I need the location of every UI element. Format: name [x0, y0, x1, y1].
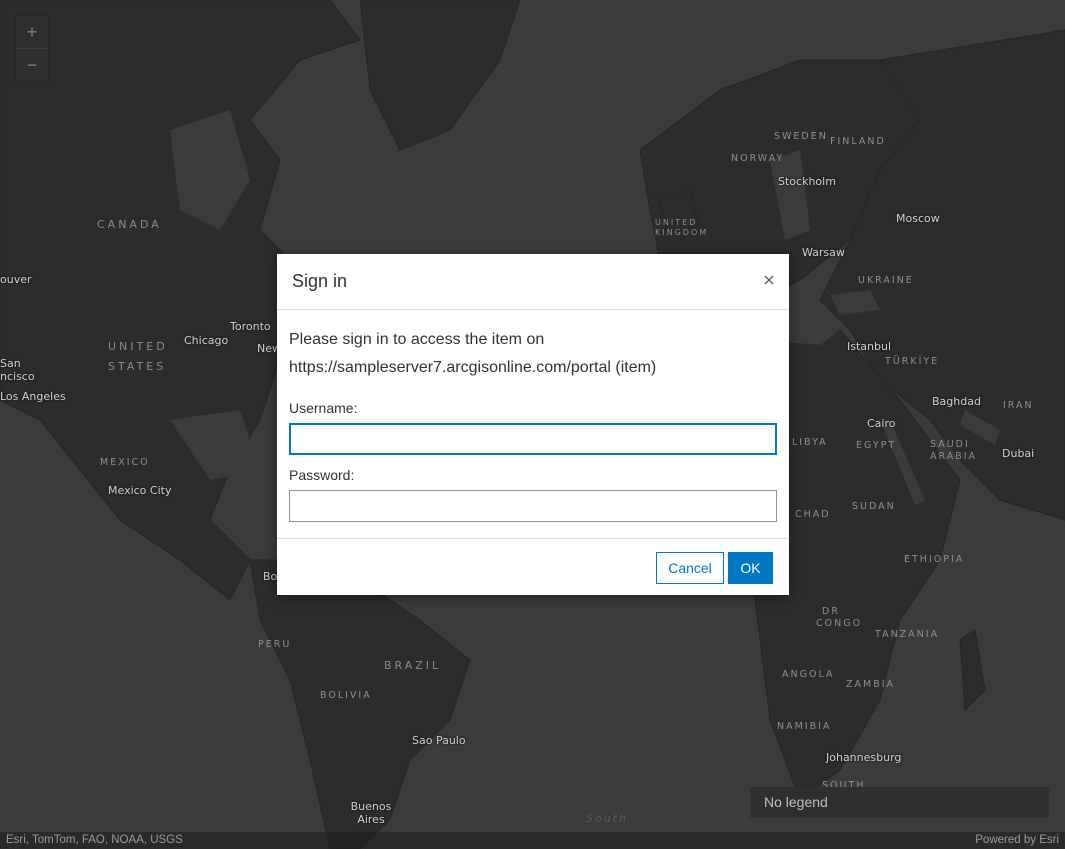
dialog-footer: Cancel OK — [277, 538, 789, 595]
dialog-body: Please sign in to access the item on htt… — [277, 310, 789, 522]
cancel-button[interactable]: Cancel — [656, 552, 724, 584]
close-icon[interactable] — [761, 272, 777, 288]
sign-in-message-line1: Please sign in to access the item on — [289, 331, 545, 348]
password-field[interactable] — [289, 490, 777, 522]
dialog-header: Sign in — [277, 254, 789, 310]
sign-in-message-line2: https://sampleserver7.arcgisonline.com/p… — [289, 359, 657, 376]
sign-in-dialog: Sign in Please sign in to access the ite… — [277, 254, 789, 595]
ok-button[interactable]: OK — [728, 552, 773, 584]
username-field[interactable] — [289, 423, 777, 455]
sign-in-message: Please sign in to access the item on htt… — [289, 326, 777, 382]
modal-overlay: Sign in Please sign in to access the ite… — [0, 0, 1065, 849]
dialog-title: Sign in — [292, 271, 348, 291]
password-label: Password: — [289, 467, 355, 483]
username-label: Username: — [289, 400, 358, 416]
